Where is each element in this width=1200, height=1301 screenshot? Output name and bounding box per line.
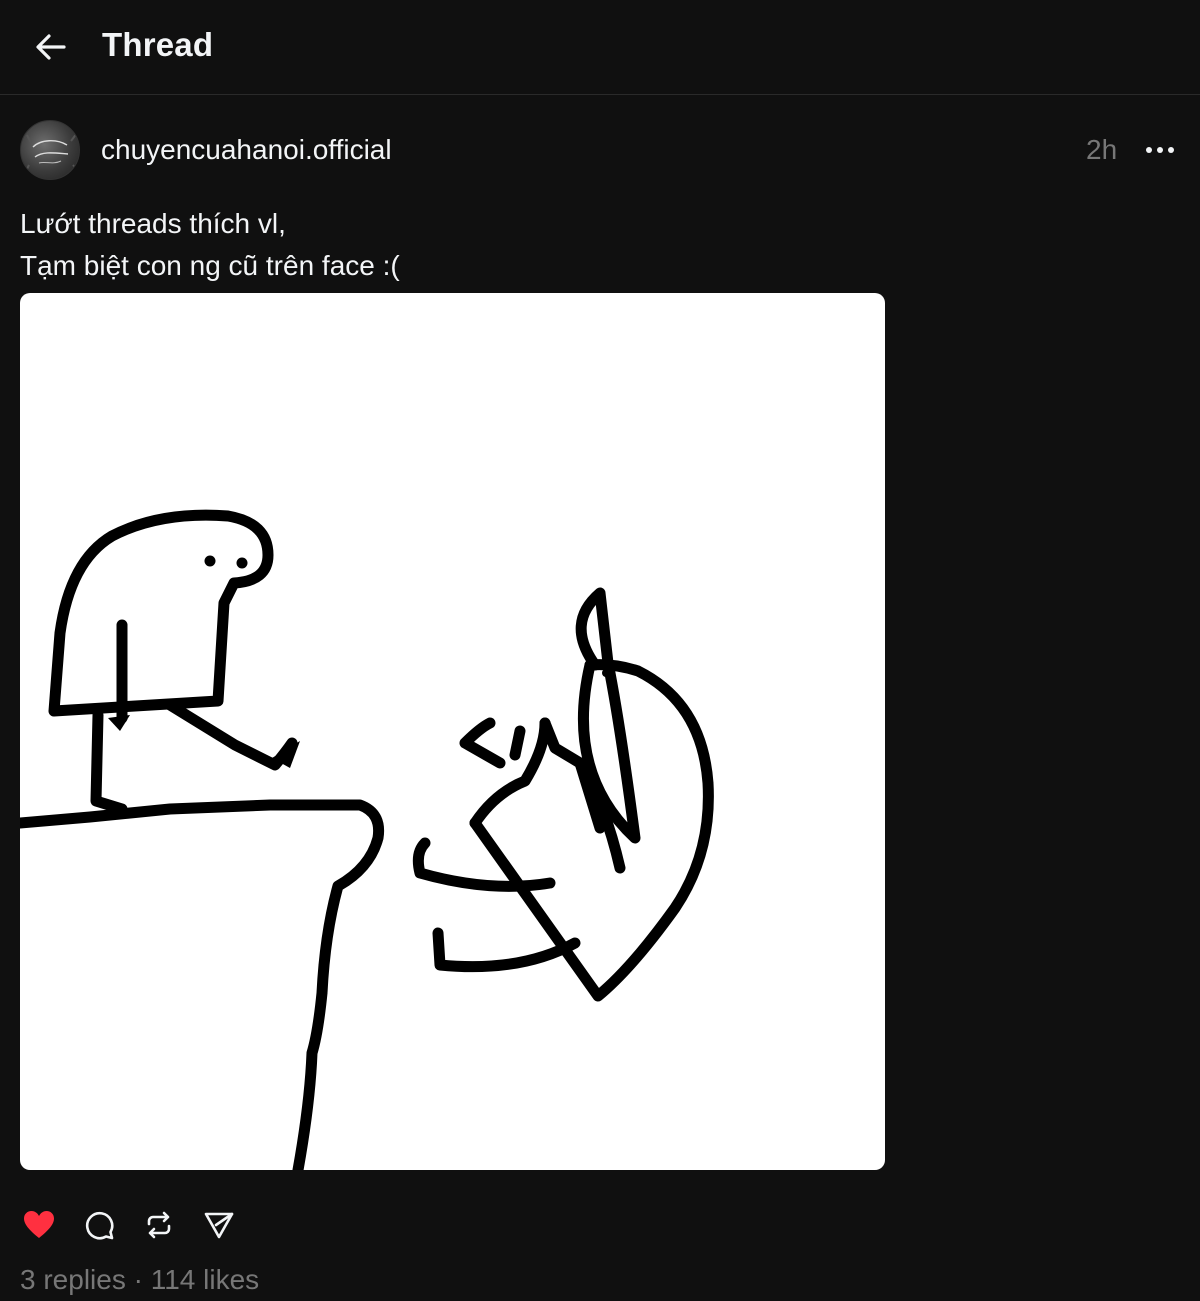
repost-icon <box>147 1211 171 1239</box>
author-username[interactable]: chuyencuahanoi.official <box>101 134 392 166</box>
stick-figure-drawing <box>20 509 714 1170</box>
avatar-logo-icon <box>24 132 79 174</box>
post-stats: 3 replies · 114 likes <box>20 1264 259 1296</box>
post-timestamp: 2h <box>1086 134 1118 165</box>
page-title: Thread <box>102 26 214 63</box>
back-button[interactable] <box>28 24 74 70</box>
likes-count-link[interactable]: 114 likes <box>151 1264 259 1295</box>
more-icon <box>1146 147 1174 153</box>
stats-separator: · <box>133 1264 143 1295</box>
post-image[interactable] <box>20 293 885 1170</box>
arrow-left-icon <box>36 34 66 60</box>
share-button[interactable] <box>196 1200 242 1250</box>
comment-icon <box>85 1211 114 1240</box>
post-text-line: Tạm biệt con ng cũ trên face :( <box>20 250 400 281</box>
replies-count-link[interactable]: 3 replies <box>20 1264 126 1295</box>
repost-button[interactable] <box>136 1200 182 1250</box>
post-text: Lướt threads thích vl, Tạm biệt con ng c… <box>20 203 400 287</box>
send-icon <box>204 1212 234 1239</box>
like-button[interactable] <box>16 1200 62 1250</box>
reply-button[interactable] <box>76 1200 122 1250</box>
post-text-line: Lướt threads thích vl, <box>20 208 286 239</box>
top-bar: Thread <box>0 0 1200 95</box>
avatar[interactable] <box>20 120 80 180</box>
heart-icon <box>24 1211 54 1238</box>
more-options-button[interactable] <box>1140 132 1180 168</box>
